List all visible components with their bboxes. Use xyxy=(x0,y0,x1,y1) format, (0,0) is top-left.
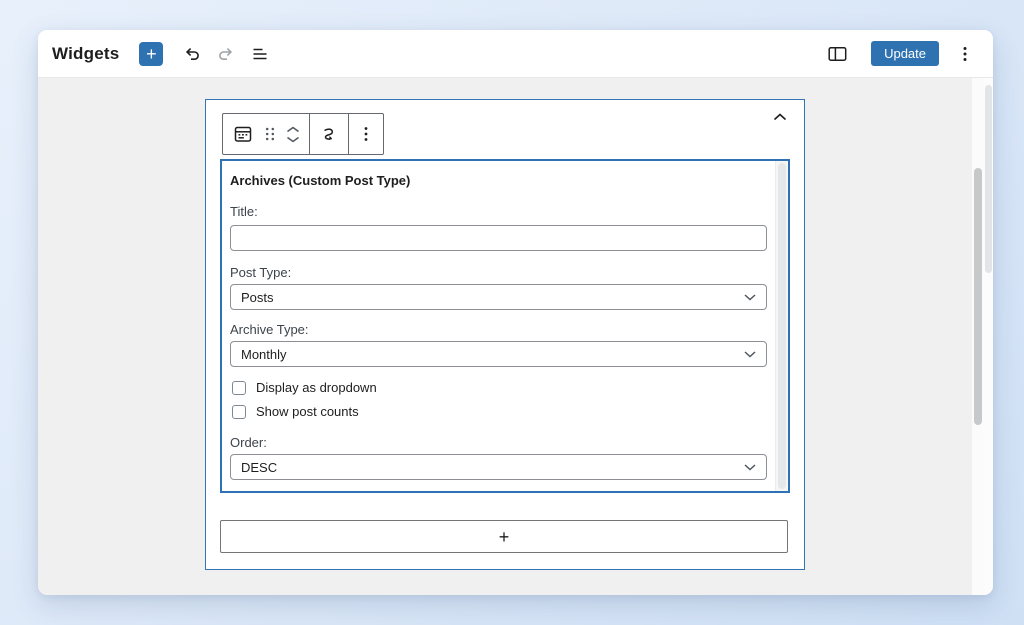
title-input[interactable] xyxy=(230,225,767,251)
post-type-field-label: Post Type: xyxy=(230,265,767,281)
block-toolbar xyxy=(222,113,384,155)
block-options-icon xyxy=(358,125,374,143)
widget-form-scrollbar-thumb[interactable] xyxy=(778,163,786,489)
update-button[interactable]: Update xyxy=(871,41,939,66)
move-up-icon xyxy=(286,126,300,133)
show-post-counts-row: Show post counts xyxy=(232,404,767,420)
post-type-selected-value: Posts xyxy=(241,290,274,305)
move-down-icon xyxy=(286,136,300,143)
order-selected-value: DESC xyxy=(241,460,277,475)
archives-widget-block[interactable]: Archives (Custom Post Type) Title: Post … xyxy=(220,159,790,493)
order-field-label: Order: xyxy=(230,435,767,451)
chevron-down-icon xyxy=(744,351,756,358)
post-type-select[interactable]: Posts xyxy=(230,284,767,310)
block-toolbar-group-main xyxy=(223,114,309,154)
page-background: Widgets + xyxy=(0,0,1024,625)
undo-icon xyxy=(182,44,202,64)
settings-sidebar-toggle[interactable] xyxy=(823,40,851,68)
page-scrollbar-thumb[interactable] xyxy=(985,85,992,273)
widget-area-block[interactable]: Archives (Custom Post Type) Title: Post … xyxy=(205,99,805,570)
mover-control xyxy=(286,126,300,143)
archive-type-field-label: Archive Type: xyxy=(230,322,767,338)
widgets-editor-window: Widgets + xyxy=(38,30,993,595)
options-menu-icon xyxy=(956,44,974,64)
redo-icon xyxy=(216,44,236,64)
archives-block-button[interactable] xyxy=(232,123,254,145)
move-up-button[interactable] xyxy=(286,126,300,133)
plus-icon: + xyxy=(499,527,510,547)
undo-button[interactable] xyxy=(178,40,206,68)
display-as-dropdown-checkbox[interactable] xyxy=(232,381,246,395)
editor-header: Widgets + xyxy=(38,30,993,78)
show-post-counts-label: Show post counts xyxy=(256,404,359,420)
add-block-appender[interactable]: + xyxy=(220,520,788,553)
editor-options-button[interactable] xyxy=(951,40,979,68)
archives-calendar-icon xyxy=(232,123,254,145)
display-as-dropdown-label: Display as dropdown xyxy=(256,380,377,396)
list-view-button[interactable] xyxy=(246,40,274,68)
chevron-down-icon xyxy=(744,464,756,471)
archive-type-select[interactable]: Monthly xyxy=(230,341,767,367)
add-block-button[interactable]: + xyxy=(139,42,163,66)
widget-form-scrollbar[interactable] xyxy=(775,161,788,491)
block-toolbar-group-move xyxy=(309,114,348,154)
canvas-scrollbar-thumb[interactable] xyxy=(974,168,982,425)
plus-icon: + xyxy=(146,43,157,65)
archive-type-selected-value: Monthly xyxy=(241,347,287,362)
move-to-widget-area-button[interactable] xyxy=(319,124,339,144)
move-down-button[interactable] xyxy=(286,136,300,143)
move-to-widget-area-icon xyxy=(319,124,339,144)
show-post-counts-checkbox[interactable] xyxy=(232,405,246,419)
redo-button[interactable] xyxy=(212,40,240,68)
block-options-button[interactable] xyxy=(358,125,374,143)
editor-canvas: Archives (Custom Post Type) Title: Post … xyxy=(38,78,993,595)
drag-handle-icon xyxy=(264,126,276,142)
display-as-dropdown-row: Display as dropdown xyxy=(232,380,767,396)
drag-handle[interactable] xyxy=(264,126,276,142)
chevron-up-icon xyxy=(772,112,788,122)
chevron-down-icon xyxy=(744,294,756,301)
title-field-label: Title: xyxy=(230,204,767,220)
block-toolbar-group-options xyxy=(348,114,383,154)
order-select[interactable]: DESC xyxy=(230,454,767,480)
archives-widget-form: Archives (Custom Post Type) Title: Post … xyxy=(222,161,775,480)
widget-heading: Archives (Custom Post Type) xyxy=(230,173,767,189)
page-title: Widgets xyxy=(52,44,119,64)
list-view-icon xyxy=(250,44,270,64)
collapse-widget-area-button[interactable] xyxy=(772,112,788,122)
sidebar-toggle-icon xyxy=(827,44,848,64)
